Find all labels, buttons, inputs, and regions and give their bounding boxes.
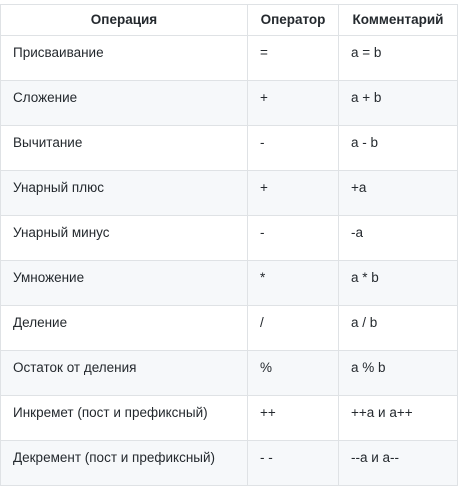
table-row: Унарный плюс + +a xyxy=(0,170,458,216)
cell-operator: / xyxy=(247,305,339,351)
cell-comment: ++a и a++ xyxy=(338,395,458,441)
cell-comment: a = b xyxy=(338,35,458,81)
cell-comment: a - b xyxy=(338,125,458,171)
cell-operator: = xyxy=(247,35,339,81)
table-row: Сложение + a + b xyxy=(0,80,458,126)
cell-operator: ++ xyxy=(247,395,339,441)
cell-operation: Умножение xyxy=(0,260,248,306)
table-row: Умножение * a * b xyxy=(0,260,458,306)
table-row: Деление / a / b xyxy=(0,305,458,351)
table-row: Декремент (пост и префиксный) - - --a и … xyxy=(0,440,458,486)
cell-comment: a / b xyxy=(338,305,458,351)
cell-operator: + xyxy=(247,80,339,126)
cell-comment: a % b xyxy=(338,350,458,396)
cell-operation: Инкремет (пост и префиксный) xyxy=(0,395,248,441)
cell-operation: Сложение xyxy=(0,80,248,126)
cell-operator: - xyxy=(247,125,339,171)
cell-operation: Деление xyxy=(0,305,248,351)
cell-operator: - xyxy=(247,215,339,261)
table-row: Вычитание - a - b xyxy=(0,125,458,171)
cell-operator: * xyxy=(247,260,339,306)
operators-table: Операция Оператор Комментарий Присваиван… xyxy=(0,4,458,486)
table-header: Операция Оператор Комментарий xyxy=(0,4,458,36)
header-comment: Комментарий xyxy=(338,4,458,36)
cell-operator: - - xyxy=(247,440,339,486)
header-row: Операция Оператор Комментарий xyxy=(0,4,458,36)
cell-operation: Остаток от деления xyxy=(0,350,248,396)
cell-operation: Присваивание xyxy=(0,35,248,81)
table-row: Остаток от деления % a % b xyxy=(0,350,458,396)
cell-comment: --a и a-- xyxy=(338,440,458,486)
header-operator: Оператор xyxy=(247,4,339,36)
table-row: Присваивание = a = b xyxy=(0,35,458,81)
table-body: Присваивание = a = b Сложение + a + b Вы… xyxy=(0,35,458,486)
cell-operation: Унарный минус xyxy=(0,215,248,261)
cell-comment: -a xyxy=(338,215,458,261)
table-row: Унарный минус - -a xyxy=(0,215,458,261)
cell-operation: Вычитание xyxy=(0,125,248,171)
header-operation: Операция xyxy=(0,4,248,36)
cell-comment: +a xyxy=(338,170,458,216)
cell-operator: % xyxy=(247,350,339,396)
cell-comment: a * b xyxy=(338,260,458,306)
cell-operation: Унарный плюс xyxy=(0,170,248,216)
table-row: Инкремет (пост и префиксный) ++ ++a и a+… xyxy=(0,395,458,441)
cell-operator: + xyxy=(247,170,339,216)
cell-operation: Декремент (пост и префиксный) xyxy=(0,440,248,486)
cell-comment: a + b xyxy=(338,80,458,126)
